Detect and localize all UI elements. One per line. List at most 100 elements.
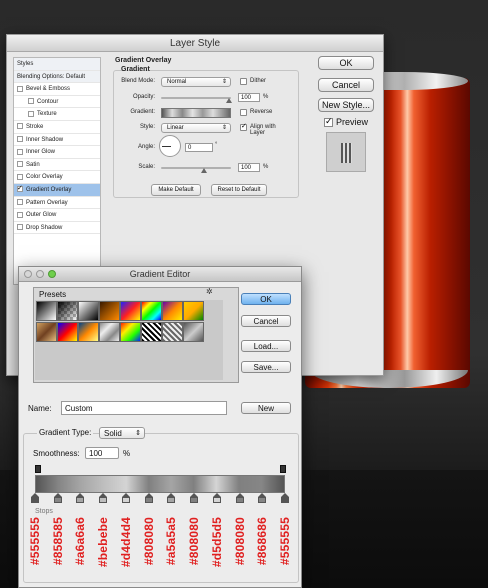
style-select[interactable]: Linear <box>161 123 231 133</box>
dither-checkbox[interactable] <box>240 78 247 85</box>
angle-dial[interactable] <box>159 135 181 157</box>
minimize-window-icon[interactable] <box>36 270 44 278</box>
preset-swatch[interactable] <box>36 301 57 321</box>
smoothness-unit: % <box>123 449 131 458</box>
styles-list-label: Gradient Overlay <box>26 186 72 193</box>
preview-checkbox[interactable] <box>324 116 333 127</box>
styles-list-item[interactable]: Texture <box>14 108 100 121</box>
styles-list-label: Drop Shadow <box>26 224 63 231</box>
save-button[interactable]: Save... <box>241 361 291 373</box>
styles-list-item[interactable]: Bevel & Emboss <box>14 83 100 96</box>
color-stop[interactable] <box>235 493 244 503</box>
load-button[interactable]: Load... <box>241 340 291 352</box>
styles-list-item[interactable]: Contour <box>14 96 100 109</box>
color-stop[interactable] <box>121 493 130 503</box>
color-stop[interactable] <box>281 493 289 503</box>
layer-style-ok-button[interactable]: OK <box>318 56 374 70</box>
style-checkbox[interactable] <box>17 211 23 218</box>
styles-list-item[interactable]: Gradient Overlay <box>14 183 100 197</box>
make-default-button[interactable]: Make Default <box>151 184 201 196</box>
preset-swatch[interactable] <box>99 322 120 342</box>
color-stop[interactable] <box>99 493 108 503</box>
color-stop[interactable] <box>53 493 62 503</box>
smoothness-label: Smoothness: <box>33 449 80 458</box>
smoothness-select[interactable]: 100 <box>85 447 119 459</box>
style-checkbox[interactable] <box>17 173 23 180</box>
scale-input[interactable]: 100 <box>238 163 260 172</box>
styles-list-item[interactable]: Styles <box>14 58 100 71</box>
style-checkbox[interactable] <box>17 224 23 231</box>
preset-swatch[interactable] <box>36 322 57 342</box>
styles-list-item[interactable]: Pattern Overlay <box>14 197 100 210</box>
preset-swatch[interactable] <box>183 322 204 342</box>
angle-input[interactable]: 0 <box>185 143 213 152</box>
hex-annotation: #868686 <box>255 517 270 566</box>
preset-swatch[interactable] <box>78 301 99 321</box>
reset-to-default-button[interactable]: Reset to Default <box>211 184 267 196</box>
gradient-editor-dialog: Gradient Editor Presets ✲ OK Cancel Load… <box>18 266 302 588</box>
style-checkbox[interactable] <box>28 110 34 117</box>
zoom-window-icon[interactable] <box>48 270 56 278</box>
color-stop[interactable] <box>167 493 176 503</box>
style-checkbox[interactable] <box>17 161 23 168</box>
color-stop[interactable] <box>212 493 221 503</box>
style-checkbox[interactable] <box>17 183 23 196</box>
preset-swatch[interactable] <box>120 301 141 321</box>
styles-list-item[interactable]: Outer Glow <box>14 209 100 222</box>
gradient-preview-bar[interactable] <box>35 475 285 493</box>
style-checkbox[interactable] <box>28 98 34 105</box>
gradient-type-select[interactable]: Solid <box>99 427 145 439</box>
layer-style-cancel-button[interactable]: Cancel <box>318 78 374 92</box>
hex-annotation: #858585 <box>50 517 65 566</box>
opacity-stop-right[interactable] <box>280 465 286 473</box>
styles-list-item[interactable]: Color Overlay <box>14 171 100 184</box>
angle-label: Angle: <box>137 144 155 150</box>
opacity-input[interactable]: 100 <box>238 93 260 102</box>
preset-swatch[interactable] <box>141 322 162 342</box>
style-checkbox[interactable] <box>17 135 23 142</box>
preset-swatch[interactable] <box>120 322 141 342</box>
gradient-cancel-button[interactable]: Cancel <box>241 315 291 327</box>
close-window-icon[interactable] <box>24 270 32 278</box>
preset-swatch[interactable] <box>57 322 78 342</box>
gradient-type-label: Gradient Type: <box>37 428 94 437</box>
color-stop[interactable] <box>144 493 153 503</box>
preset-swatch[interactable] <box>162 301 183 321</box>
opacity-stop-left[interactable] <box>35 465 41 473</box>
blend-mode-select[interactable]: Normal <box>161 77 231 87</box>
color-stop[interactable] <box>31 493 39 503</box>
style-checkbox[interactable] <box>17 148 23 155</box>
styles-list-item[interactable]: Inner Glow <box>14 146 100 159</box>
new-style-button[interactable]: New Style... <box>318 98 374 112</box>
color-stop[interactable] <box>190 493 199 503</box>
preset-swatch[interactable] <box>78 322 99 342</box>
hex-annotation: #a6a6a6 <box>73 517 88 566</box>
preset-swatch[interactable] <box>99 301 120 321</box>
gradient-ok-button[interactable]: OK <box>241 293 291 305</box>
styles-list-item[interactable]: Stroke <box>14 121 100 134</box>
style-checkbox[interactable] <box>17 198 23 205</box>
color-stop[interactable] <box>76 493 85 503</box>
preset-swatch[interactable] <box>141 301 162 321</box>
style-checkbox[interactable] <box>17 123 23 130</box>
styles-list-item[interactable]: Drop Shadow <box>14 222 100 235</box>
align-with-layer-checkbox[interactable] <box>240 122 247 131</box>
presets-gear-icon[interactable]: ✲ <box>206 287 213 296</box>
preset-swatch[interactable] <box>183 301 204 321</box>
scale-slider[interactable] <box>161 167 231 169</box>
name-input[interactable]: Custom <box>61 401 227 415</box>
reverse-checkbox[interactable] <box>240 109 247 116</box>
gradient-swatch[interactable] <box>161 108 231 118</box>
opacity-slider-thumb[interactable] <box>226 98 232 103</box>
style-checkbox[interactable] <box>17 85 23 92</box>
styles-list-item[interactable]: Blending Options: Default <box>14 70 100 84</box>
styles-list-item[interactable]: Satin <box>14 159 100 172</box>
preset-swatch[interactable] <box>162 322 183 342</box>
new-gradient-button[interactable]: New <box>241 402 291 414</box>
color-stop[interactable] <box>258 493 267 503</box>
scale-slider-thumb[interactable] <box>201 168 207 173</box>
opacity-slider[interactable] <box>161 97 231 99</box>
preset-swatch[interactable] <box>57 301 78 321</box>
styles-list-item[interactable]: Inner Shadow <box>14 134 100 147</box>
layer-style-title: Layer Style <box>7 35 383 52</box>
